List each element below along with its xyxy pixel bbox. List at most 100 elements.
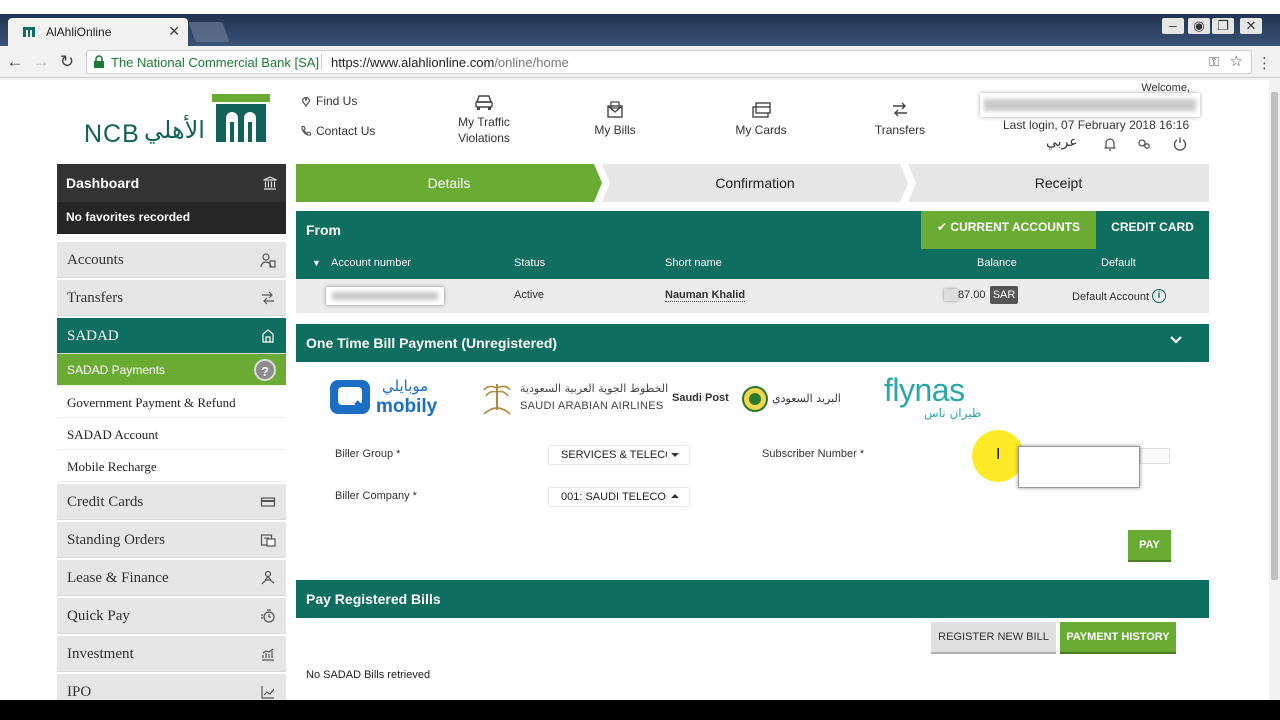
sidebar-item-credit-cards[interactable]: Credit Cards [57,484,286,520]
scroll-thumb[interactable] [1271,92,1278,580]
sidebar-sub-mobile-recharge[interactable]: Mobile Recharge [57,450,286,482]
nav-traffic-violations[interactable]: My Traffic Violations [447,92,521,146]
biller-group-select[interactable]: SERVICES & TELECOM [549,446,689,464]
language-toggle[interactable]: عربي [1046,134,1078,150]
account-short-name: Nauman Khalid [665,289,746,302]
stopwatch-icon [261,609,275,623]
key-icon[interactable]: ⚿ [1209,54,1219,70]
sidebar-item-transfers[interactable]: Transfers [57,280,286,316]
contact-us-label: Contact Us [316,124,376,138]
nav-transfers[interactable]: Transfers [872,100,928,138]
table-row[interactable]: Active Nauman Khalid 87.00 SAR Default A… [296,279,1209,313]
mobily-arabic: موبايلي [382,377,429,395]
bell-icon[interactable] [1102,136,1118,152]
sidebar-sub-government-payment[interactable]: Government Payment & Refund [57,386,286,418]
sidebar-dashboard[interactable]: Dashboard [57,164,286,202]
mobily-logo[interactable]: موبايلي mobily [328,376,444,424]
flynas-logo[interactable]: flynas طيران ناس [884,372,994,424]
subscriber-input-bg [1140,448,1170,464]
info-icon[interactable]: i [1152,289,1166,303]
sidebar-item-standing-orders[interactable]: Standing Orders [57,522,286,558]
logo-text: NCB [84,120,140,148]
forward-icon[interactable]: → [30,52,52,72]
settings-icon[interactable] [1136,136,1152,152]
standing-orders-icon [260,534,276,547]
browser-chrome: AlAhliOnline ✕ – ◉ ❐ ✕ ← → ↻ The Nationa… [0,0,1280,80]
sidebar-sub-sadad-payments[interactable]: SADAD Payments ? [57,354,286,386]
bookmark-star-icon[interactable]: ☆ [1230,52,1243,70]
url-bar[interactable]: The National Commercial Bank [SA] https:… [86,50,1252,74]
new-tab-button[interactable] [188,22,230,42]
payment-history-button[interactable]: PAYMENT HISTORY [1060,622,1176,652]
sidebar-sub-label: SADAD Payments [67,363,166,377]
ncb-logo[interactable]: NCB الأهلي [84,94,274,148]
secure-label: The National Commercial Bank [SA] [111,55,320,70]
saudi-post-logo[interactable]: Saudi Post البريد السعودي [672,386,842,416]
minimize-icon[interactable]: – [1162,18,1184,34]
col-default: Default [1101,257,1136,269]
sidebar-item-ipo[interactable]: IPO [57,674,286,700]
sidebar-item-accounts[interactable]: Accounts [57,242,286,278]
favorites-label: No favorites recorded [66,210,191,224]
biller-company-select[interactable]: 001: SAUDI TELECOM [549,488,689,506]
biller-company-value: 001: SAUDI TELECOM [561,491,667,503]
page-scrollbar[interactable] [1269,80,1280,700]
saudi-post-arabic: البريد السعودي [772,392,841,405]
step-confirmation: Confirmation [602,164,908,202]
tab-title: AlAhliOnline [46,25,112,39]
sadad-icon [262,329,274,343]
back-icon[interactable]: ← [4,52,26,72]
reload-icon[interactable]: ↻ [56,52,78,72]
saudi-post-text: Saudi Post [672,392,729,404]
profile-icon[interactable]: ◉ [1188,18,1210,34]
nav-traffic-label: My Traffic Violations [458,115,510,145]
sidebar-item-investment[interactable]: Investment [57,636,286,672]
saudia-logo[interactable]: الخطوط الجوية العربية السعودية SAUDI ARA… [480,380,668,420]
from-title: From [306,222,341,238]
one-time-bill-header[interactable]: One Time Bill Payment (Unregistered) [296,324,1209,362]
url-host: https://www.alahlionline.com [331,55,495,70]
window-close-icon[interactable]: ✕ [1240,18,1262,34]
find-us-link[interactable]: Find Us [300,94,357,108]
current-accounts-tab[interactable]: ✔ CURRENT ACCOUNTS [921,211,1096,249]
credit-card-tab[interactable]: CREDIT CARD [1096,211,1209,249]
sidebar-sub-label: SADAD Account [67,427,159,442]
sort-caret-icon[interactable]: ▼ [312,258,321,268]
biller-group-value: SERVICES & TELECOM [561,449,667,461]
step-receipt: Receipt [908,164,1209,202]
one-time-bill-title: One Time Bill Payment (Unregistered) [306,335,558,351]
url-path: /online/home [494,55,569,70]
sidebar-item-lease-finance[interactable]: Lease & Finance [57,560,286,596]
address-bar-row: ← → ↻ The National Commercial Bank [SA] … [0,46,1280,78]
tab-close-icon[interactable]: ✕ [168,23,180,40]
nav-transfers-label: Transfers [874,123,926,137]
logout-icon[interactable] [1172,136,1188,152]
currency-badge: SAR [990,286,1018,304]
car-icon [475,95,493,110]
nav-my-bills[interactable]: My Bills [590,100,640,138]
caret-down-icon [671,453,679,457]
register-new-bill-button[interactable]: REGISTER NEW BILL [931,622,1056,652]
bank-icon [263,176,277,190]
pay-button[interactable]: PAY [1128,530,1171,560]
sidebar-item-label: Credit Cards [67,494,144,510]
sidebar-item-sadad[interactable]: SADAD [57,318,286,354]
browser-tab[interactable]: AlAhliOnline ✕ [8,18,188,46]
bottom-bar [0,700,1280,720]
contact-us-link[interactable]: Contact Us [300,124,375,138]
browser-menu-icon[interactable]: ⋮ [1257,54,1272,72]
subscriber-number-input[interactable] [1018,446,1140,488]
sidebar-item-label: Standing Orders [67,532,165,548]
restore-icon[interactable]: ❐ [1212,18,1234,34]
nav-my-cards[interactable]: My Cards [733,100,789,138]
bill-icon [607,101,623,118]
sidebar-item-quick-pay[interactable]: Quick Pay [57,598,286,634]
lease-icon [261,570,275,585]
ipo-chart-icon [261,686,275,699]
sidebar-sub-sadad-account[interactable]: SADAD Account [57,418,286,450]
help-icon[interactable]: ? [254,359,276,381]
account-balance: 87.00 [958,289,986,301]
chevron-down-icon[interactable] [1169,333,1183,347]
logo-emblem-icon [212,94,270,142]
biller-company-label: Biller Company * [335,490,417,502]
